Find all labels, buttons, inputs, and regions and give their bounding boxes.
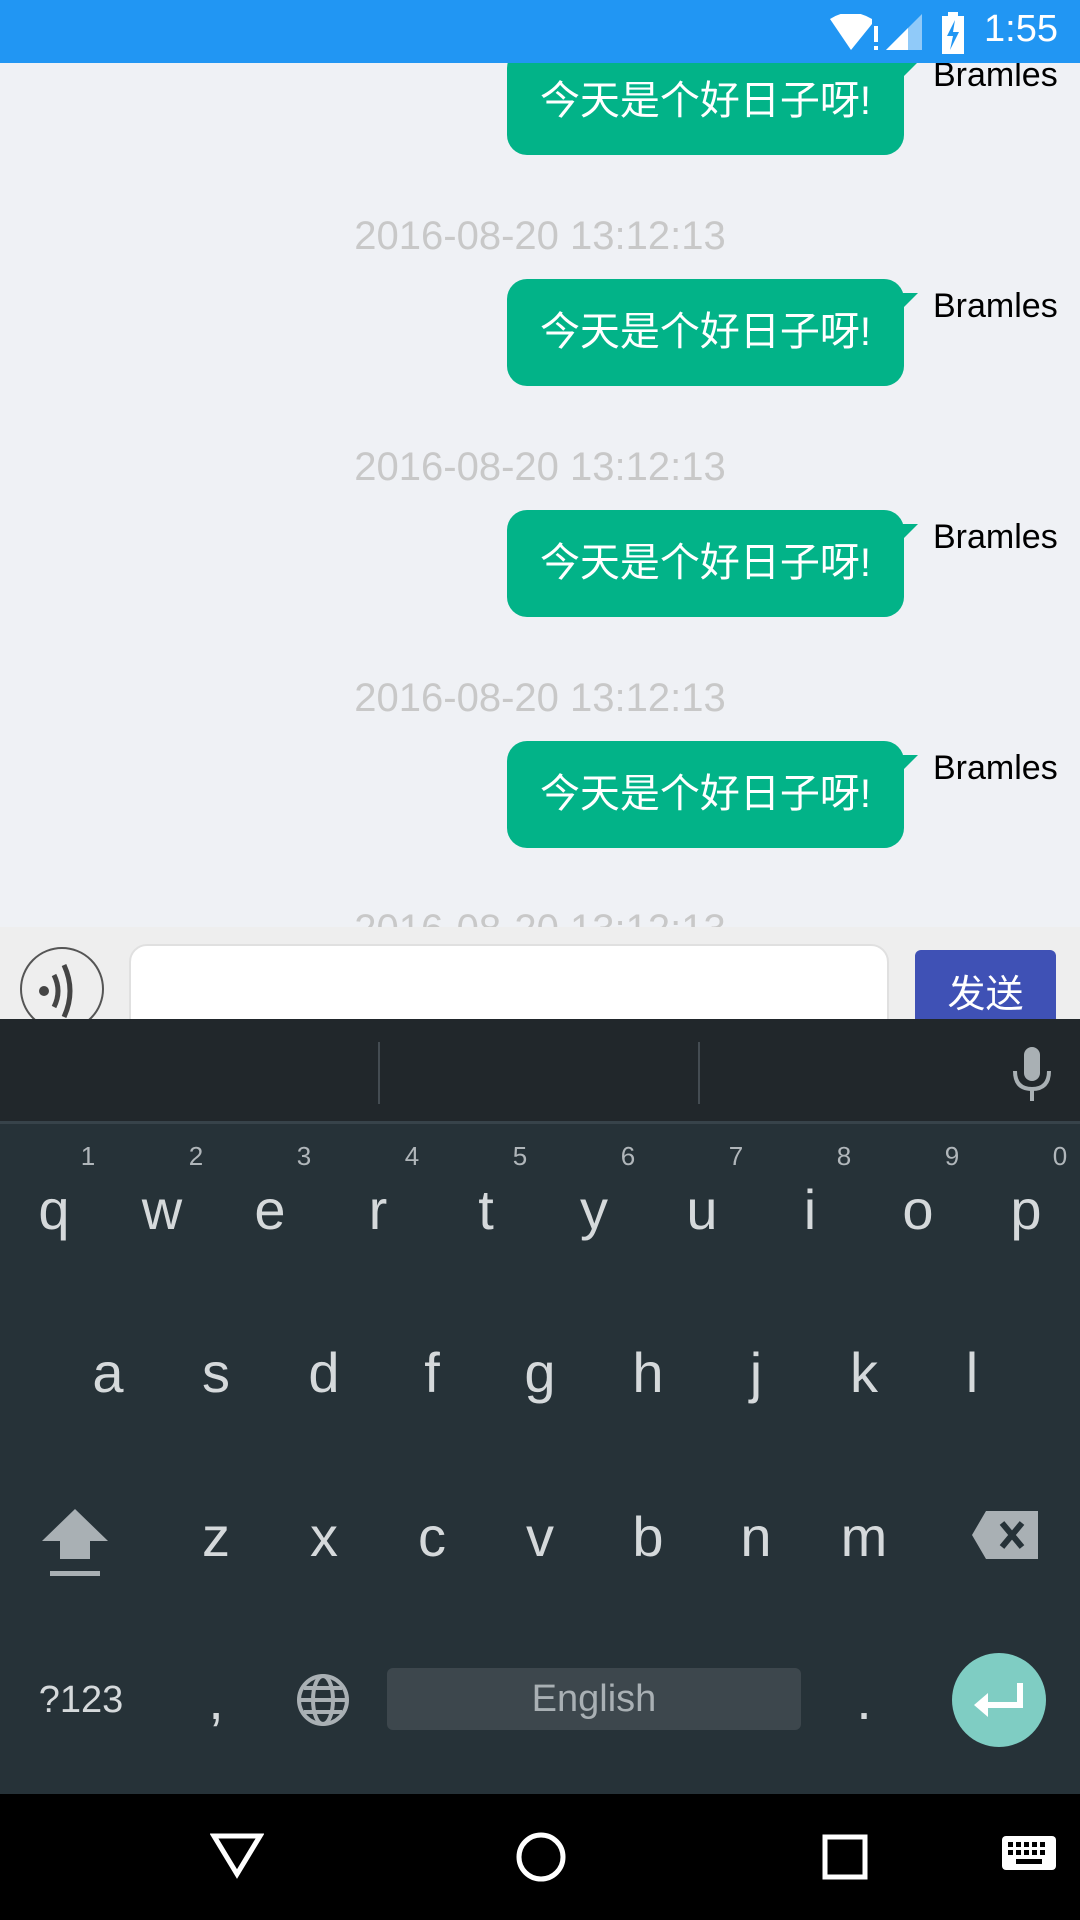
key-hint: 3 [296, 1141, 312, 1171]
voice-toggle-button[interactable] [20, 947, 104, 1019]
key-j[interactable]: j [702, 1338, 810, 1408]
key-a[interactable]: a [54, 1338, 162, 1408]
key-b[interactable]: b [594, 1502, 702, 1572]
space-bar[interactable]: English [387, 1668, 801, 1730]
status-bar: 1:55 [0, 0, 1080, 63]
key-m[interactable]: m [810, 1502, 918, 1572]
timestamp: 2016-08-20 13:12:13 [0, 905, 1080, 927]
key-h[interactable]: h [594, 1338, 702, 1408]
key-u[interactable]: u [648, 1175, 756, 1245]
key-hint: 2 [188, 1141, 204, 1171]
comma-key[interactable]: , [162, 1665, 270, 1735]
keyboard: q 1w 2e 3r 4t 5y 6u 7i 8o 9p 0 asdfghjkl zxcvbnm ?12… [0, 1019, 1080, 1794]
key-v[interactable]: v [486, 1502, 594, 1572]
battery-charging-icon [942, 12, 964, 54]
suggestion-strip [0, 1019, 1080, 1124]
key-x[interactable]: x [270, 1502, 378, 1572]
message-item: 2016-08-20 13:12:13 今天是个好日子呀! Bramles [0, 674, 1080, 927]
keyboard-switch-icon[interactable] [1002, 1836, 1056, 1872]
key-hint: 7 [728, 1141, 744, 1171]
key-n[interactable]: n [702, 1502, 810, 1572]
timestamp: 2016-08-20 13:12:13 [354, 676, 726, 720]
key-s[interactable]: s [162, 1338, 270, 1408]
key-g[interactable]: g [486, 1338, 594, 1408]
key-z[interactable]: z [162, 1502, 270, 1572]
key-f[interactable]: f [378, 1338, 486, 1408]
key-hint: 4 [404, 1141, 420, 1171]
globe-icon[interactable] [296, 1673, 350, 1727]
timestamp: 2016-08-20 13:12:13 [354, 214, 726, 258]
key-hint: 6 [620, 1141, 636, 1171]
message-bubble[interactable]: 今天是个好日子呀! [507, 741, 904, 848]
message-bubble[interactable]: 今天是个好日子呀! [507, 279, 904, 386]
back-icon[interactable] [210, 1830, 264, 1880]
input-bar: 发送 [0, 927, 1080, 1019]
bubble-tail [900, 62, 918, 80]
period-key[interactable]: . [810, 1665, 918, 1735]
bubble-tail [900, 293, 918, 311]
chat-list[interactable]: 今天是个好日子呀! Bramles 2016-08-20 13:12:13 今天… [0, 0, 1080, 927]
symbols-key[interactable]: ?123 [27, 1665, 135, 1735]
sender-name: Bramles [933, 287, 1058, 325]
key-hint: 0 [1052, 1141, 1068, 1171]
key-hint: 5 [512, 1141, 528, 1171]
message-bubble[interactable]: 今天是个好日子呀! [507, 48, 904, 155]
bubble-tail [900, 755, 918, 773]
enter-button[interactable] [952, 1653, 1046, 1747]
voice-icon [39, 963, 73, 1019]
shift-icon[interactable] [42, 1509, 112, 1579]
microphone-icon[interactable] [1010, 1047, 1054, 1103]
enter-icon [974, 1683, 1023, 1717]
key-r[interactable]: r [324, 1175, 432, 1245]
sender-name: Bramles [933, 518, 1058, 556]
key-w[interactable]: w [108, 1175, 216, 1245]
key-q[interactable]: q [0, 1175, 108, 1245]
recents-icon[interactable] [822, 1834, 868, 1880]
key-hint: 8 [836, 1141, 852, 1171]
key-hint: 1 [80, 1141, 96, 1171]
key-p[interactable]: p [972, 1175, 1080, 1245]
key-k[interactable]: k [810, 1338, 918, 1408]
key-i[interactable]: i [756, 1175, 864, 1245]
key-y[interactable]: y [540, 1175, 648, 1245]
key-hint: 9 [944, 1141, 960, 1171]
message-bubble[interactable]: 今天是个好日子呀! [507, 510, 904, 617]
key-o[interactable]: o [864, 1175, 972, 1245]
navigation-bar [0, 1794, 1080, 1920]
key-l[interactable]: l [918, 1338, 1026, 1408]
sender-name: Bramles [933, 749, 1058, 787]
timestamp: 2016-08-20 13:12:13 [354, 445, 726, 489]
bubble-tail [900, 524, 918, 542]
key-e[interactable]: e [216, 1175, 324, 1245]
home-icon[interactable] [514, 1830, 568, 1884]
send-button[interactable]: 发送 [915, 950, 1056, 1019]
key-c[interactable]: c [378, 1502, 486, 1572]
key-t[interactable]: t [432, 1175, 540, 1245]
divider [698, 1042, 700, 1104]
message-input[interactable] [129, 944, 889, 1019]
divider [378, 1042, 380, 1104]
backspace-icon[interactable] [972, 1511, 1038, 1561]
clock: 1:55 [984, 8, 1058, 50]
key-d[interactable]: d [270, 1338, 378, 1408]
